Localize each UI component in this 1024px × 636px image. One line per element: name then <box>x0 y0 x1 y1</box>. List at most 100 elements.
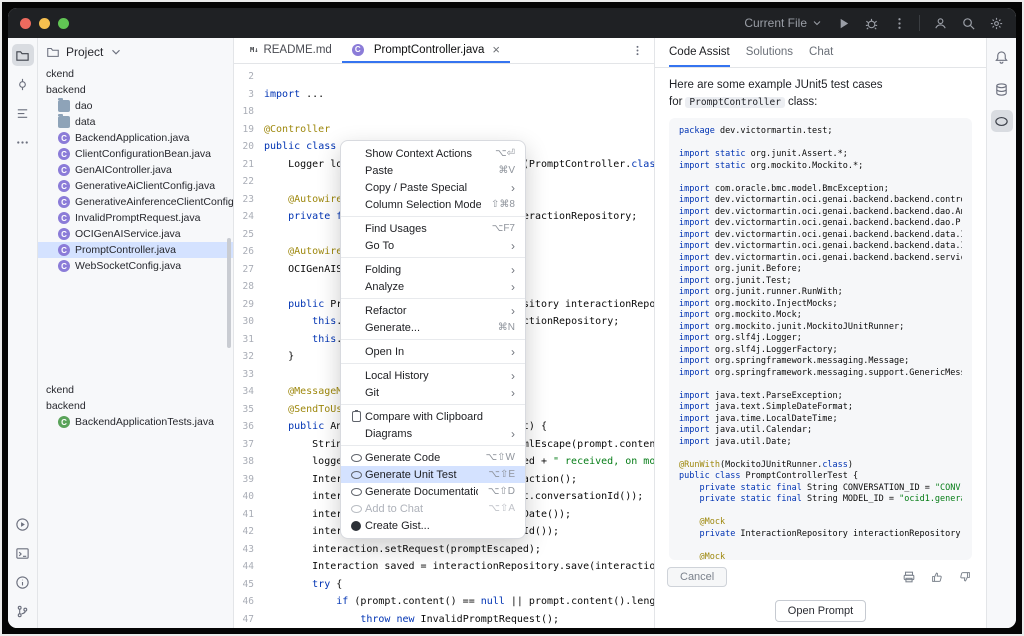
assist-code-line: import dev.victormartin.oci.genai.backen… <box>679 218 962 230</box>
menu-item-create-gist[interactable]: Create Gist... <box>341 517 525 534</box>
line-code: @Controller <box>264 121 330 139</box>
editor-tab-promptcontroller-java[interactable]: CPromptController.java× <box>342 38 510 63</box>
thumbs-up-icon[interactable] <box>928 568 946 586</box>
assist-tab-chat[interactable]: Chat <box>809 38 833 67</box>
assist-tab-code-assist[interactable]: Code Assist <box>669 38 730 67</box>
menu-item-compare-with-clipboard[interactable]: Compare with Clipboard <box>341 408 525 425</box>
menu-item-label: Compare with Clipboard <box>365 411 515 423</box>
menu-item-copy-paste-special[interactable]: Copy / Paste Special› <box>341 179 525 196</box>
tree-item-ckend[interactable]: ckend <box>38 382 233 398</box>
line-number: 33 <box>234 366 264 384</box>
menu-item-generate-code[interactable]: Generate Code⌥⇧W <box>341 449 525 466</box>
tree-item-ocigenaiservice-java[interactable]: COCIGenAIService.java <box>38 226 233 242</box>
menu-shortcut: ⌥⇧A <box>488 503 515 514</box>
database-tool-button[interactable] <box>991 78 1013 100</box>
search-button[interactable] <box>960 15 976 31</box>
tree-item-ckend[interactable]: ckend <box>38 66 233 82</box>
menu-item-generate-unit-test[interactable]: Generate Unit Test⌥⇧E <box>341 466 525 483</box>
tree-item-backend[interactable]: backend <box>38 82 233 98</box>
assist-code-line: import dev.victormartin.oci.genai.backen… <box>679 241 962 253</box>
menu-item-diagrams[interactable]: Diagrams› <box>341 425 525 442</box>
problems-tool-button[interactable] <box>12 571 34 593</box>
menu-item-git[interactable]: Git› <box>341 384 525 401</box>
menu-item-find-usages[interactable]: Find Usages⌥F7 <box>341 220 525 237</box>
line-number: 35 <box>234 401 264 419</box>
tree-item-backendapplicationtests-java[interactable]: CBackendApplicationTests.java <box>38 414 233 430</box>
minimize-window-button[interactable] <box>39 18 50 29</box>
folder-icon <box>58 116 70 128</box>
maximize-window-button[interactable] <box>58 18 69 29</box>
tree-item-label: OCIGenAIService.java <box>75 228 181 240</box>
tree-item-backendapplication-java[interactable]: CBackendApplication.java <box>38 130 233 146</box>
menu-item-local-history[interactable]: Local History› <box>341 367 525 384</box>
menu-item-label: Find Usages <box>365 223 482 235</box>
tree-item-invalidpromptrequest-java[interactable]: CInvalidPromptRequest.java <box>38 210 233 226</box>
menu-item-generate-documentation[interactable]: Generate Documentation⌥⇧D <box>341 483 525 500</box>
menu-item-refactor[interactable]: Refactor› <box>341 302 525 319</box>
terminal-tool-button[interactable] <box>12 542 34 564</box>
account-button[interactable] <box>932 15 948 31</box>
menu-item-column-selection-mode[interactable]: Column Selection Mode⇧⌘8 <box>341 196 525 213</box>
line-number: 40 <box>234 488 264 506</box>
github-icon <box>351 521 361 531</box>
project-tool-button[interactable] <box>12 44 34 66</box>
tree-item-generativeaiclientconfig-java[interactable]: CGenerativeAiClientConfig.java <box>38 178 233 194</box>
run-configuration-selector[interactable]: Current File <box>744 16 823 30</box>
close-window-button[interactable] <box>20 18 31 29</box>
assist-code-line: import org.junit.Test; <box>679 276 962 288</box>
assist-code-line: import org.mockito.InjectMocks; <box>679 299 962 311</box>
menu-shortcut: ⌘V <box>498 165 515 176</box>
menu-item-generate[interactable]: Generate...⌘N <box>341 319 525 336</box>
commit-tool-button[interactable] <box>12 73 34 95</box>
menu-item-go-to[interactable]: Go To› <box>341 237 525 254</box>
cancel-button[interactable]: Cancel <box>667 567 727 587</box>
tree-item-data[interactable]: data <box>38 114 233 130</box>
notifications-bell-button[interactable] <box>991 46 1013 68</box>
editor-tab-readme-md[interactable]: M↓README.md <box>240 38 342 63</box>
open-prompt-button[interactable]: Open Prompt <box>775 600 866 622</box>
code-line: 47 throw new InvalidPromptRequest(); <box>234 611 654 629</box>
menu-item-paste[interactable]: Paste⌘V <box>341 162 525 179</box>
chevron-down-icon <box>109 45 123 59</box>
class-icon: C <box>58 132 70 144</box>
tree-item-dao[interactable]: dao <box>38 98 233 114</box>
assist-code-line: import org.junit.runner.RunWith; <box>679 287 962 299</box>
code-assist-tool-button[interactable] <box>991 110 1013 132</box>
thumbs-down-icon[interactable] <box>956 568 974 586</box>
menu-item-analyze[interactable]: Analyze› <box>341 278 525 295</box>
tree-item-clientconfigurationbean-java[interactable]: CClientConfigurationBean.java <box>38 146 233 162</box>
menu-item-open-in[interactable]: Open In› <box>341 343 525 360</box>
assist-content: Here are some example JUnit5 test cases … <box>655 68 986 560</box>
class-icon: C <box>58 148 70 160</box>
menu-separator <box>341 298 525 299</box>
run-tool-button[interactable] <box>12 513 34 535</box>
tree-item-genaicontroller-java[interactable]: CGenAIController.java <box>38 162 233 178</box>
line-number: 19 <box>234 121 264 139</box>
line-number: 21 <box>234 156 264 174</box>
assist-tab-solutions[interactable]: Solutions <box>746 38 793 67</box>
export-icon[interactable] <box>900 568 918 586</box>
code-line: 43 interaction.setRequest(promptEscaped)… <box>234 541 654 559</box>
more-actions-button[interactable] <box>891 15 907 31</box>
project-scrollbar[interactable] <box>227 238 231 348</box>
project-panel-header[interactable]: Project <box>38 38 233 66</box>
ide-window: Current File <box>8 8 1016 628</box>
more-tools-button[interactable] <box>12 131 34 153</box>
debug-button[interactable] <box>863 15 879 31</box>
menu-item-folding[interactable]: Folding› <box>341 261 525 278</box>
menu-item-show-context-actions[interactable]: Show Context Actions⌥⏎ <box>341 145 525 162</box>
tree-item-websocketconfig-java[interactable]: CWebSocketConfig.java <box>38 258 233 274</box>
structure-tool-button[interactable] <box>12 102 34 124</box>
run-button[interactable] <box>835 15 851 31</box>
editor-tab-options-button[interactable] <box>621 38 654 63</box>
close-tab-icon[interactable]: × <box>492 43 500 56</box>
git-branch-tool-button[interactable] <box>12 600 34 622</box>
tree-item-generativeainferenceclientconfig-java[interactable]: CGenerativeAinferenceClientConfig.java <box>38 194 233 210</box>
tree-item-backend[interactable]: backend <box>38 398 233 414</box>
assist-code-line: import org.junit.Before; <box>679 264 962 276</box>
assist-code-line: import java.text.ParseException; <box>679 391 962 403</box>
right-tool-strip <box>986 38 1016 628</box>
line-number: 32 <box>234 348 264 366</box>
settings-button[interactable] <box>988 15 1004 31</box>
tree-item-promptcontroller-java[interactable]: CPromptController.java <box>38 242 233 258</box>
